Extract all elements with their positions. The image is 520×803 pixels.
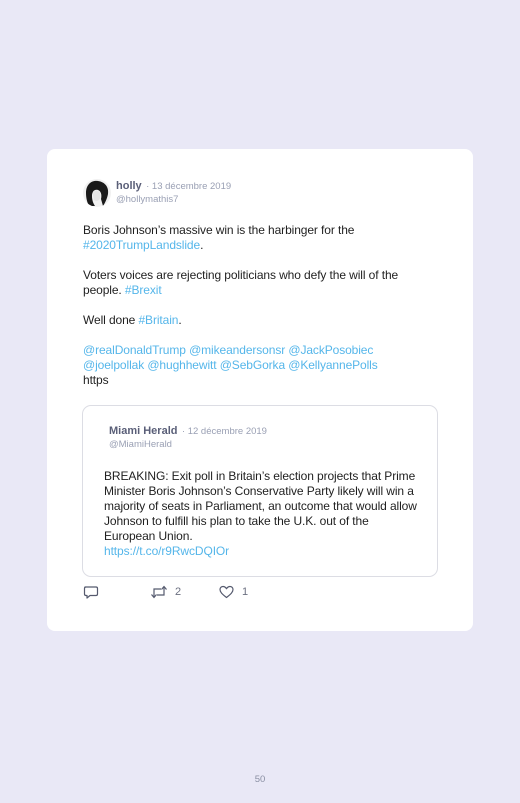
quoted-text-body: BREAKING: Exit poll in Britain’s electio… [104,469,417,543]
hashtag-link[interactable]: #Brexit [125,283,162,297]
tweet-text-line: Well done [83,313,136,327]
tweet-text: Boris Johnson’s massive win is the harbi… [83,223,433,388]
tweet-paragraph: Voters voices are rejecting politicians … [83,268,433,298]
heart-icon [219,585,234,599]
truncated-url[interactable]: https [83,373,109,387]
hashtag-link[interactable]: #2020TrumpLandslide [83,238,200,252]
quoted-tweet[interactable]: Miami Herald · 12 décembre 2019 @MiamiHe… [82,405,438,577]
like-button[interactable]: 1 [219,585,248,599]
like-count: 1 [242,586,249,598]
retweet-count: 2 [175,586,182,598]
quoted-text: BREAKING: Exit poll in Britain’s electio… [104,469,419,559]
tweet-text-punct: . [200,238,204,252]
quoted-author-name[interactable]: Miami Herald [109,425,177,437]
quoted-header: Miami Herald · 12 décembre 2019 @MiamiHe… [109,424,267,451]
reply-button[interactable] [83,585,99,599]
tweet-text-punct: . [178,313,182,327]
retweet-icon [150,585,168,599]
tweet-paragraph: Boris Johnson’s massive win is the harbi… [83,223,433,253]
action-bar: 2 1 [83,585,283,601]
author-handle[interactable]: @hollymathis7 [116,194,231,206]
quoted-link[interactable]: https://t.co/r9RwcDQIOr [104,544,229,558]
retweet-button[interactable]: 2 [150,585,181,599]
hashtag-link[interactable]: #Britain [138,313,178,327]
avatar[interactable] [83,179,111,207]
page-number: 50 [254,774,266,785]
mentions-links[interactable]: @realDonaldTrump @mikeandersonsr @JackPo… [83,343,378,372]
tweet-paragraph: Well done #Britain. [83,313,433,328]
quoted-date[interactable]: · 12 décembre 2019 [182,426,267,437]
tweet-card: holly · 13 décembre 2019 @hollymathis7 B… [47,149,473,631]
tweet-text-line: Boris Johnson’s massive win is the harbi… [83,223,355,237]
quoted-handle[interactable]: @MiamiHerald [109,439,267,451]
tweet-header: holly · 13 décembre 2019 @hollymathis7 [116,179,231,206]
author-name[interactable]: holly [116,180,142,192]
reply-icon [83,585,99,599]
tweet-paragraph: @realDonaldTrump @mikeandersonsr @JackPo… [83,343,433,388]
tweet-date[interactable]: · 13 décembre 2019 [146,181,231,192]
